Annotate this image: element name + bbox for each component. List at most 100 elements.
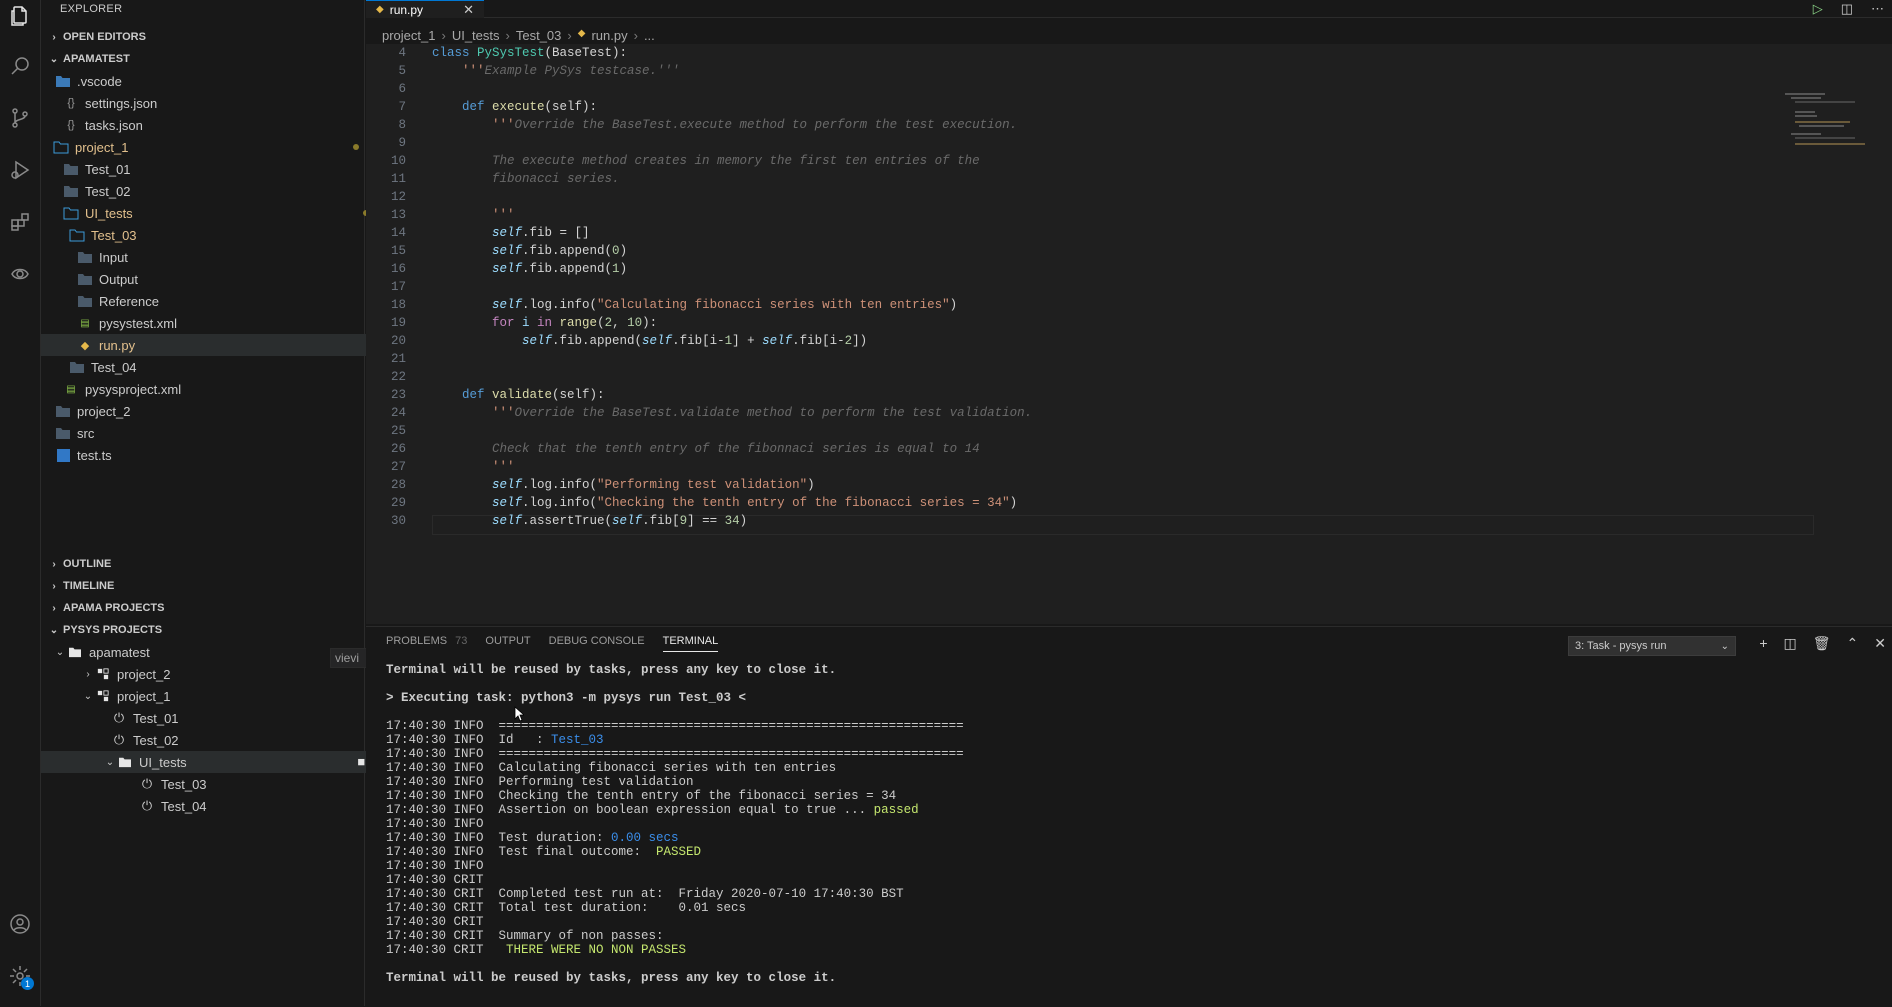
new-terminal-icon[interactable]: + (1759, 635, 1767, 652)
tree-item-output[interactable]: Output (41, 268, 400, 290)
breadcrumb: project_1 › UI_tests › Test_03 › ◆ run.py › .… (382, 28, 655, 43)
extensions-icon[interactable] (4, 206, 36, 238)
breadcrumb-item[interactable]: Test_03 (516, 28, 562, 43)
close-icon[interactable]: ✕ (463, 2, 474, 18)
tree-item-test-04[interactable]: Test_04 (41, 356, 392, 378)
code-line: 27 ''' (390, 460, 515, 474)
folder-icon (55, 425, 71, 441)
code-line: 25 (390, 424, 406, 438)
section-apama-projects[interactable]: › APAMA PROJECTS (41, 597, 364, 619)
tree-item-test-ts[interactable]: test.ts (41, 444, 378, 466)
xml-file-icon: ▤ (66, 383, 76, 395)
tab-debug-console[interactable]: DEBUG CONSOLE (549, 635, 645, 652)
folder-open-icon (63, 205, 79, 221)
editor-tabs: ◆ run.py ✕ ▷ ◫ ⋯ (366, 0, 1892, 18)
run-icon[interactable]: ▷ (1813, 1, 1823, 17)
split-terminal-icon[interactable]: ◫ (1784, 635, 1797, 652)
section-apamatest[interactable]: ⌄ APAMATEST (41, 48, 364, 70)
new-folder-icon[interactable]: ■ (357, 754, 365, 770)
folder-icon (55, 73, 71, 89)
bottom-panel: PROBLEMS 73 OUTPUT DEBUG CONSOLE TERMINAL… (366, 626, 1892, 1007)
code-line: 13 ''' (390, 208, 515, 222)
chevron-right-icon: › (52, 580, 56, 592)
pysys-item-apamatest[interactable]: ⌄ apamatest (41, 641, 376, 663)
panel-actions: + ◫ 🗑 ⌃ ✕ (1759, 635, 1892, 652)
section-open-editors[interactable]: › OPEN EDITORS (41, 26, 364, 48)
breadcrumb-item[interactable]: run.py (591, 28, 627, 43)
tab-output[interactable]: OUTPUT (485, 635, 530, 652)
breadcrumb-separator: › (567, 28, 572, 43)
breadcrumb-item[interactable]: project_1 (382, 28, 435, 43)
code-line: 4 class PySysTest(BaseTest): (398, 46, 628, 60)
code-line: 24 '''Override the BaseTest.validate met… (390, 406, 1033, 420)
account-icon[interactable] (4, 908, 36, 940)
code-line: 23 def validate(self): (390, 388, 605, 402)
search-icon[interactable] (4, 50, 36, 82)
section-timeline[interactable]: › TIMELINE (41, 575, 364, 597)
settings-gear-icon[interactable]: 1 (4, 960, 36, 992)
run-debug-icon[interactable] (4, 154, 36, 186)
code-editor[interactable]: 4 class PySysTest(BaseTest): 5 '''Example… (366, 44, 1892, 624)
tree-item-vscode[interactable]: .vscode (41, 70, 378, 92)
python-file-icon: ◆ (376, 4, 384, 15)
code-line: 17 (390, 280, 406, 294)
folder-icon (63, 161, 79, 177)
tree-item-run-py[interactable]: ◆ run.py 9+ (41, 334, 400, 356)
folder-icon (77, 293, 93, 309)
folder-icon (67, 644, 83, 660)
explorer-icon[interactable] (4, 0, 36, 32)
minimap[interactable] (1785, 91, 1890, 151)
tree-item-ui-tests[interactable]: UI_tests (41, 202, 386, 224)
source-control-icon[interactable] (4, 102, 36, 134)
section-outline[interactable]: › OUTLINE (41, 553, 364, 575)
tree-item-reference[interactable]: Reference (41, 290, 400, 312)
tree-item-tasks-json[interactable]: {} tasks.json (41, 114, 386, 136)
folder-icon (63, 183, 79, 199)
chevron-down-icon: ⌄ (83, 690, 93, 702)
editor-actions: ▷ ◫ ⋯ (1813, 0, 1892, 17)
apama-icon[interactable] (4, 258, 36, 290)
code-line: 8 '''Override the BaseTest.execute metho… (398, 118, 1018, 132)
breadcrumb-item[interactable]: ... (644, 28, 655, 43)
tree-item-test-03[interactable]: Test_03 (41, 224, 392, 246)
code-line: 16 self.fib.append(1) (390, 262, 628, 276)
tree-item-test-02[interactable]: Test_02 (41, 180, 386, 202)
terminal-output[interactable]: Terminal will be reused by tasks, press … (386, 663, 964, 985)
pysys-item-project-1[interactable]: ⌄ project_1 (41, 685, 404, 707)
python-file-icon: ◆ (80, 339, 90, 352)
tree-item-pysystest-xml[interactable]: ▤ pysystest.xml (41, 312, 400, 334)
tab-terminal[interactable]: TERMINAL (662, 635, 719, 652)
maximize-panel-icon[interactable]: ⌃ (1847, 635, 1859, 652)
folder-icon (69, 359, 85, 375)
code-line: 5 '''Example PySys testcase.''' (398, 64, 680, 78)
breadcrumb-item[interactable]: UI_tests (452, 28, 500, 43)
trash-icon[interactable]: 🗑 (1813, 635, 1831, 652)
tree-item-input[interactable]: Input (41, 246, 400, 268)
breadcrumb-separator: › (633, 28, 638, 43)
code-line: 19 for i in range(2, 10): (390, 316, 658, 330)
code-line: 12 (390, 190, 406, 204)
more-icon[interactable]: ⋯ (1871, 1, 1884, 17)
tab-run-py[interactable]: ◆ run.py ✕ (366, 0, 484, 18)
code-line: 28 self.log.info("Performing test valida… (390, 478, 815, 492)
split-editor-icon[interactable]: ◫ (1841, 1, 1853, 17)
tree-item-project-2[interactable]: project_2 (41, 400, 378, 422)
breadcrumb-separator: › (505, 28, 510, 43)
tab-problems[interactable]: PROBLEMS 73 (386, 635, 467, 652)
typescript-file-icon (55, 447, 71, 463)
tree-item-test-01[interactable]: Test_01 (41, 158, 386, 180)
terminal-select[interactable]: 3: Task - pysys run ⌄ (1568, 636, 1736, 656)
chevron-down-icon: ⌄ (49, 624, 59, 636)
tree-item-pysysproject-xml[interactable]: ▤ pysysproject.xml (41, 378, 386, 400)
explorer-sidebar: EXPLORER › OPEN EDITORS ⌄ APAMATEST .vscod… (41, 0, 426, 1006)
section-pysys-projects[interactable]: ⌄ PYSYS PROJECTS (41, 619, 364, 641)
power-icon: ⏻ (113, 710, 125, 725)
close-panel-icon[interactable]: ✕ (1874, 635, 1886, 652)
tree-item-settings-json[interactable]: {} settings.json (41, 92, 386, 114)
tree-item-project-1[interactable]: project_1 (41, 136, 376, 158)
folder-open-icon (69, 227, 85, 243)
tree-item-src[interactable]: src (41, 422, 378, 444)
sidebar-title: EXPLORER (60, 3, 123, 15)
code-line: 14 self.fib = [] (390, 226, 590, 240)
code-line: 20 self.fib.append(self.fib[i-1] + self.… (390, 334, 868, 348)
